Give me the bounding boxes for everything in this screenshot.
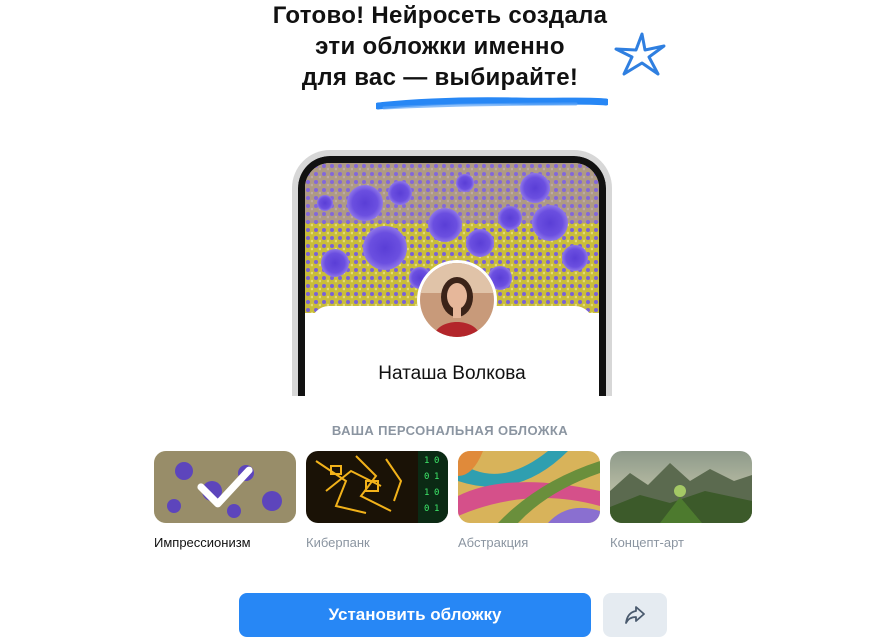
brush-underline-icon [376,97,608,110]
share-arrow-icon [625,606,645,624]
phone-screen: Наташа Волкова [298,156,606,400]
install-cover-button[interactable]: Установить обложку [239,593,591,637]
abstraction-thumbnail-image [458,451,600,523]
svg-text:0: 0 [424,504,429,514]
cover-option-cyberpunk[interactable]: 10 01 10 01 [306,451,448,523]
cover-option-abstraction[interactable] [458,451,600,523]
cover-label-abstraction: Абстракция [458,535,529,550]
svg-text:1: 1 [424,456,429,466]
svg-text:0: 0 [434,488,439,498]
phone-preview: Наташа Волкова [292,150,612,400]
svg-text:1: 1 [424,488,429,498]
cover-label-impressionism: Импрессионизм [154,535,251,550]
cover-label-concept-art: Концепт-арт [610,535,684,550]
headline-line-2: эти обложки именно [315,33,565,60]
headline-line-3: для вас — выбирайте! [301,64,579,91]
selected-check-icon [154,451,296,523]
svg-text:1: 1 [434,472,439,482]
cover-label-cyberpunk: Киберпанк [306,535,370,550]
cyberpunk-thumbnail-image: 10 01 10 01 [306,451,448,523]
concept-art-thumbnail-image [610,451,752,523]
cover-option-concept-art[interactable] [610,451,752,523]
svg-text:0: 0 [424,472,429,482]
headline: Готово! Нейросеть создала эти обложки им… [260,0,620,93]
cover-option-impressionism[interactable] [154,451,296,523]
svg-text:1: 1 [434,504,439,514]
share-button[interactable] [603,593,667,637]
section-label: ВАША ПЕРСОНАЛЬНАЯ ОБЛОЖКА [331,423,569,438]
star-doodle-icon [614,32,666,76]
profile-name: Наташа Волкова [378,363,526,384]
headline-line-1: Готово! Нейросеть создала [272,2,608,29]
svg-text:0: 0 [434,456,439,466]
avatar [417,260,497,340]
phone-bottom-edge [292,396,612,402]
